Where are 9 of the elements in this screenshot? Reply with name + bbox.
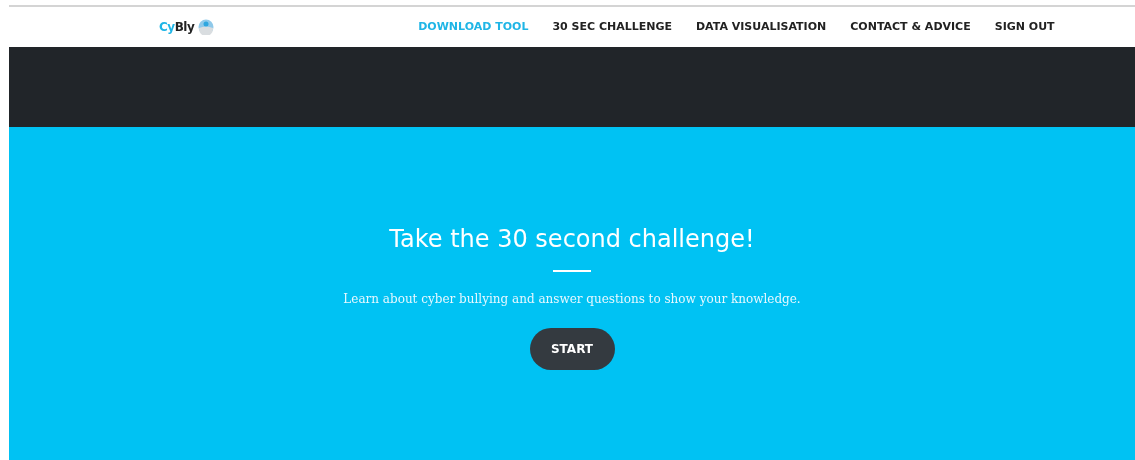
nav-link[interactable]: DATA VISUALISATION [684, 18, 839, 36]
start-button[interactable]: START [529, 327, 615, 370]
globe-icon [198, 19, 215, 35]
hero-title: Take the 30 second challenge! [389, 225, 755, 254]
hero-subtitle: Learn about cyber bullying and answer questions to show your knowledge. [343, 290, 801, 308]
nav-link[interactable]: CONTACT & ADVICE [838, 18, 983, 36]
nav-link[interactable]: 30 SEC CHALLENGE [540, 18, 684, 36]
logo-text[interactable]: CyBly [159, 18, 195, 36]
nav-link[interactable]: SIGN OUT [982, 18, 1067, 36]
